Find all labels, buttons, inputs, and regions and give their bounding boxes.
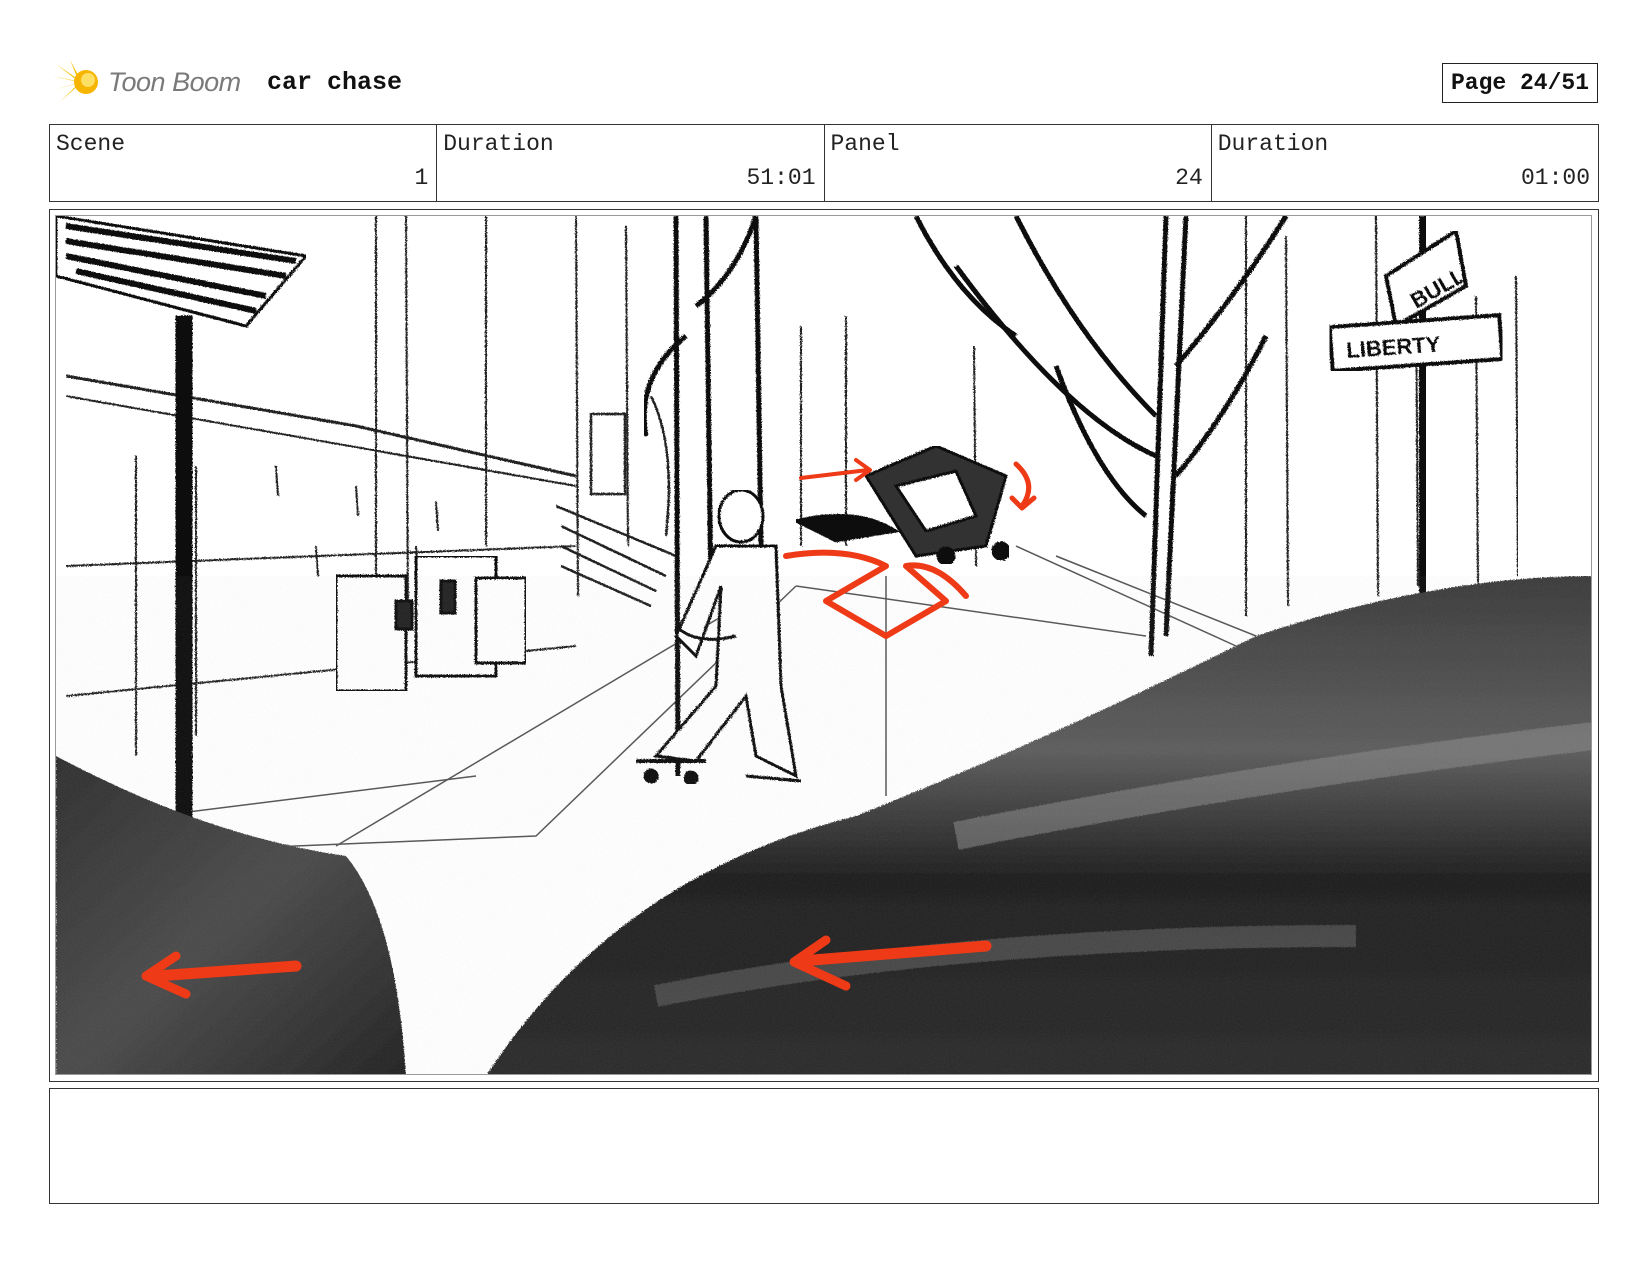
panel-value: 24	[1175, 165, 1203, 191]
crashed-vehicle	[791, 444, 1011, 566]
scene-cell: Scene 1	[50, 125, 438, 201]
logo-wordmark: Toon Boom	[108, 66, 241, 97]
panel-duration-cell: Duration 01:00	[1212, 125, 1598, 201]
panel-duration-label: Duration	[1217, 131, 1329, 157]
panel-label: Panel	[830, 131, 900, 157]
storyboard-panel-image: BULL LIBERTY	[55, 215, 1592, 1075]
project-title: car chase	[267, 68, 403, 97]
panel-cell: Panel 24	[825, 125, 1212, 201]
toon-boom-logo: Toon Boom	[52, 56, 241, 108]
panel-sketch: BULL LIBERTY	[56, 216, 1591, 1074]
scene-duration-label: Duration	[443, 131, 554, 157]
panel-info-table: Scene 1 Duration 51:01 Panel 24 Duration…	[49, 124, 1599, 202]
scene-label: Scene	[56, 131, 126, 157]
storyboard-panel-frame: BULL LIBERTY	[49, 209, 1599, 1082]
scene-duration-value: 51:01	[746, 165, 816, 191]
panel-duration-value: 01:00	[1520, 165, 1590, 191]
page-indicator: Page 24/51	[1441, 63, 1598, 103]
starburst-logo-icon	[52, 60, 98, 102]
scene-value: 1	[414, 165, 429, 191]
page-header: Toon Boom car chase Page 24/51	[52, 56, 1598, 108]
panel-notes-box	[49, 1088, 1599, 1204]
scene-duration-cell: Duration 51:01	[437, 125, 825, 201]
